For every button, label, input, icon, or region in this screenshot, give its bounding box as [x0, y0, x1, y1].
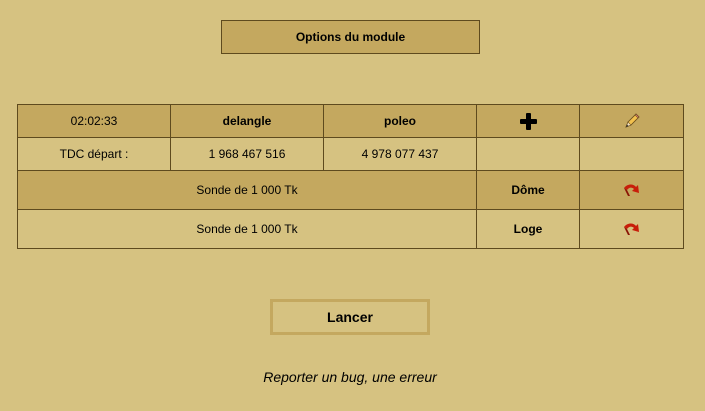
- probe-label: Sonde de 1 000 Tk: [17, 209, 477, 249]
- options-module-button[interactable]: Options du module: [221, 20, 480, 54]
- edit-button[interactable]: [579, 104, 684, 138]
- table-row: Sonde de 1 000 Tk Loge: [17, 209, 684, 249]
- plus-icon: [519, 112, 537, 130]
- empty-cell: [579, 137, 684, 171]
- probe-target: Loge: [476, 209, 580, 249]
- launch-button[interactable]: Lancer: [270, 299, 430, 335]
- launch-label: Lancer: [327, 309, 373, 325]
- redo-arrow-icon: [623, 184, 639, 196]
- empty-cell: [476, 137, 580, 171]
- probe-target: Dôme: [476, 170, 580, 210]
- tdc-value-2: 4 978 077 437: [323, 137, 477, 171]
- send-probe-button[interactable]: [579, 209, 684, 249]
- options-module-label: Options du module: [295, 30, 406, 44]
- player2-name: poleo: [323, 104, 477, 138]
- time-cell: 02:02:33: [17, 104, 171, 138]
- pencil-icon: [624, 113, 640, 128]
- module-table: 02:02:33 delangle poleo TDC départ : 1 9…: [17, 104, 684, 249]
- table-row: 02:02:33 delangle poleo: [17, 104, 684, 138]
- table-row: TDC départ : 1 968 467 516 4 978 077 437: [17, 137, 684, 171]
- redo-arrow-icon: [623, 223, 639, 235]
- tdc-value-1: 1 968 467 516: [170, 137, 324, 171]
- player1-name: delangle: [170, 104, 324, 138]
- tdc-label: TDC départ :: [17, 137, 171, 171]
- report-bug-link[interactable]: Reporter un bug, une erreur: [0, 369, 700, 385]
- page: Options du module 02:02:33 delangle pole…: [0, 0, 705, 411]
- probe-label: Sonde de 1 000 Tk: [17, 170, 477, 210]
- table-row: Sonde de 1 000 Tk Dôme: [17, 170, 684, 210]
- send-probe-button[interactable]: [579, 170, 684, 210]
- add-button[interactable]: [476, 104, 580, 138]
